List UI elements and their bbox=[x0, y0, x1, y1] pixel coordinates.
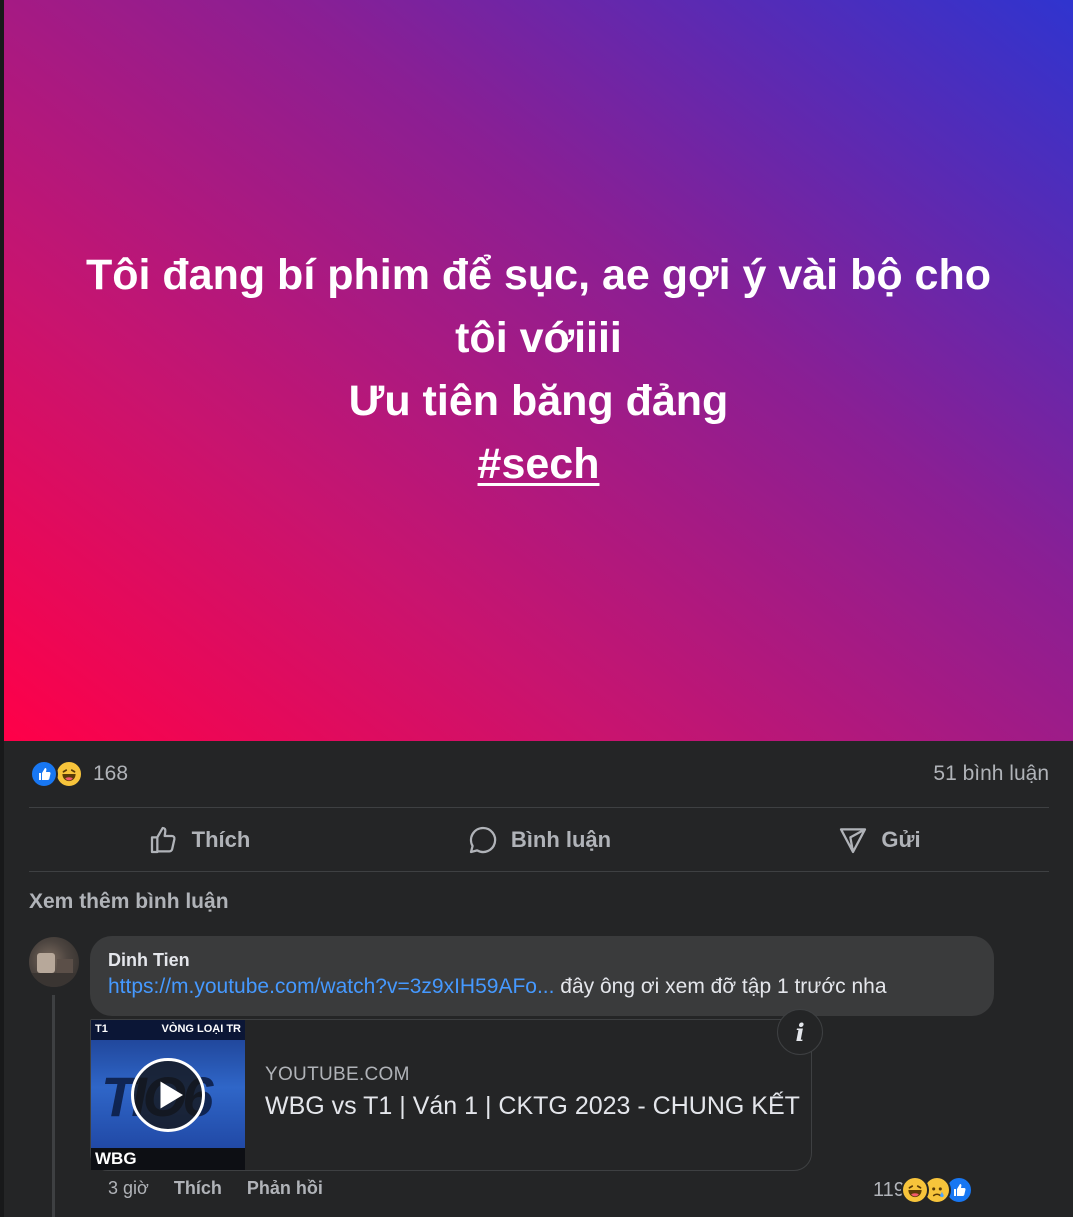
reaction-summary[interactable]: 168 bbox=[30, 760, 128, 788]
haha-icon bbox=[900, 1176, 929, 1204]
divider-bottom bbox=[29, 871, 1049, 872]
comment-reply-button[interactable]: Phản hồi bbox=[247, 1178, 323, 1199]
comment-button[interactable]: Bình luận bbox=[369, 808, 709, 871]
comment-like-button[interactable]: Thích bbox=[174, 1178, 222, 1199]
thread-line bbox=[52, 995, 55, 1217]
link-preview-info: YOUTUBE.COM WBG vs T1 | Ván 1 | CKTG 202… bbox=[245, 1020, 800, 1170]
comment-time[interactable]: 3 giờ bbox=[108, 1178, 149, 1199]
post-text: Tôi đang bí phim để sục, ae gợi ý vài bộ… bbox=[39, 244, 1039, 496]
thumbnail-banner-right: VÒNG LOẠI TR bbox=[161, 1023, 241, 1035]
hashtag-link[interactable]: #sech bbox=[478, 440, 600, 488]
play-icon[interactable] bbox=[131, 1058, 205, 1132]
like-button[interactable]: Thích bbox=[29, 808, 369, 871]
comment-reactions[interactable]: 119 bbox=[873, 1176, 973, 1204]
like-label: Thích bbox=[191, 826, 251, 852]
thumbs-up-icon bbox=[150, 826, 176, 853]
info-icon[interactable]: i bbox=[777, 1009, 823, 1055]
avatar[interactable] bbox=[29, 937, 79, 987]
post-stats: 168 51 bình luận bbox=[30, 757, 1049, 791]
view-more-comments-link[interactable]: Xem thêm bình luận bbox=[29, 890, 229, 914]
comment-bubble-icon bbox=[469, 826, 497, 853]
link-domain: YOUTUBE.COM bbox=[265, 1064, 410, 1085]
send-icon bbox=[840, 827, 867, 853]
video-thumbnail[interactable]: T1 VÒNG LOẠI TR TIO6 WBG bbox=[91, 1020, 245, 1170]
comment-label: Bình luận bbox=[510, 826, 612, 852]
thumbnail-footer: WBG bbox=[91, 1148, 245, 1170]
thumbnail-banner: T1 VÒNG LOẠI TR bbox=[91, 1020, 245, 1040]
comment-meta: 3 giờ Thích Phản hồi bbox=[108, 1178, 323, 1199]
post-line-1: Tôi đang bí phim để sục, ae gợi ý vài bộ… bbox=[85, 250, 992, 299]
link-title[interactable]: WBG vs T1 | Ván 1 | CKTG 2023 - CHUNG KẾ… bbox=[265, 1092, 800, 1121]
post-line-3: Ưu tiên băng đảng bbox=[348, 376, 729, 425]
comment-text: https://m.youtube.com/watch?v=3z9xIH59AF… bbox=[108, 971, 976, 1003]
post-action-bar: Thích Bình luận Gửi bbox=[29, 808, 1049, 871]
thumbnail-banner-left: T1 bbox=[95, 1023, 108, 1035]
comment-message: đây ông ơi xem đỡ tập 1 trước nha bbox=[554, 975, 887, 998]
send-label: Gửi bbox=[881, 826, 921, 852]
comment-author[interactable]: Dinh Tien bbox=[108, 949, 976, 971]
comment-bubble: Dinh Tien https://m.youtube.com/watch?v=… bbox=[90, 936, 994, 1016]
like-icon bbox=[30, 760, 58, 788]
post-background: Tôi đang bí phim để sục, ae gợi ý vài bộ… bbox=[4, 0, 1073, 741]
comment-count-link[interactable]: 51 bình luận bbox=[933, 762, 1049, 786]
post-line-2: tôi vớiiii bbox=[455, 313, 622, 362]
send-button[interactable]: Gửi bbox=[709, 808, 1049, 871]
link-preview-card[interactable]: T1 VÒNG LOẠI TR TIO6 WBG YOUTUBE.COM WBG… bbox=[90, 1019, 812, 1171]
reaction-count: 168 bbox=[93, 762, 129, 785]
comment-link[interactable]: https://m.youtube.com/watch?v=3z9xIH59AF… bbox=[108, 975, 554, 998]
haha-icon bbox=[55, 760, 83, 788]
